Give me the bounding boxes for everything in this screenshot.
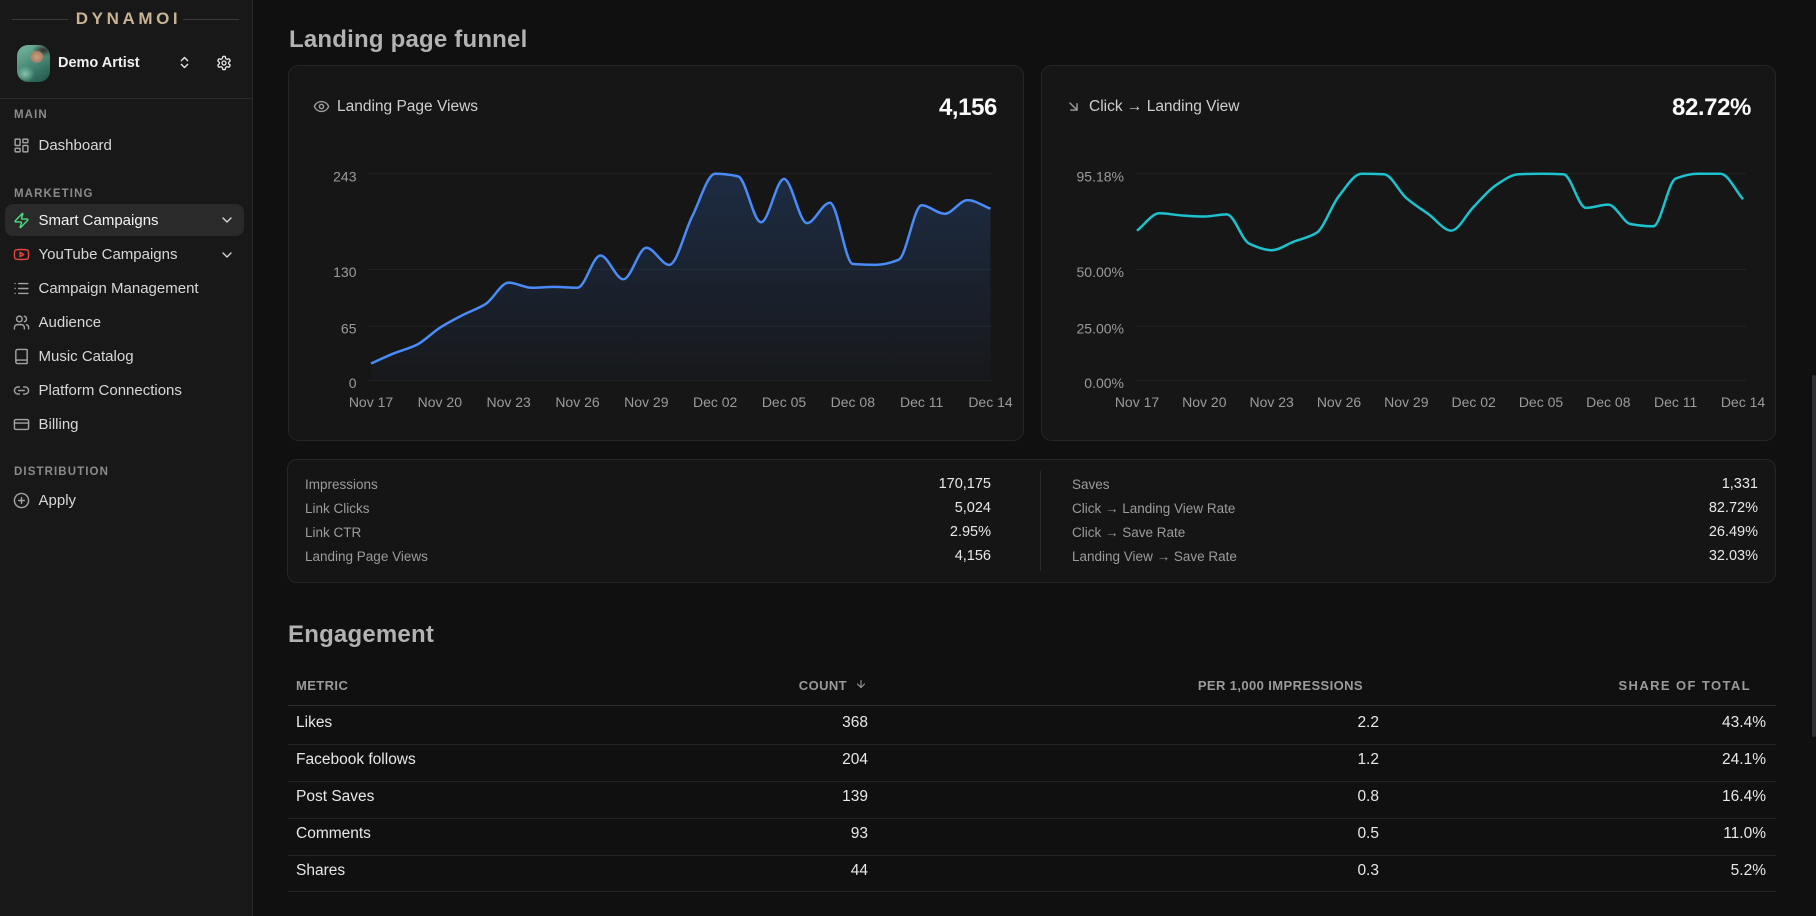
svg-text:Dec 08: Dec 08 — [1586, 394, 1631, 410]
svg-text:Nov 23: Nov 23 — [1249, 394, 1294, 410]
svg-text:65: 65 — [341, 321, 357, 337]
svg-text:Nov 26: Nov 26 — [1317, 394, 1362, 410]
svg-text:0.00%: 0.00% — [1084, 375, 1124, 391]
svg-text:Nov 23: Nov 23 — [486, 394, 531, 410]
svg-text:25.00%: 25.00% — [1077, 321, 1124, 337]
svg-text:Dec 08: Dec 08 — [831, 394, 876, 410]
svg-text:0: 0 — [349, 375, 357, 391]
svg-text:Nov 17: Nov 17 — [349, 394, 394, 410]
svg-text:Nov 26: Nov 26 — [555, 394, 600, 410]
svg-text:Dec 02: Dec 02 — [693, 394, 738, 410]
svg-text:130: 130 — [333, 264, 357, 280]
svg-text:50.00%: 50.00% — [1077, 264, 1124, 280]
svg-text:243: 243 — [333, 168, 357, 184]
svg-text:Dec 11: Dec 11 — [900, 394, 944, 410]
svg-text:Dec 05: Dec 05 — [1519, 394, 1564, 410]
svg-text:95.18%: 95.18% — [1077, 168, 1124, 184]
svg-text:Nov 29: Nov 29 — [1384, 394, 1429, 410]
svg-text:Dec 14: Dec 14 — [1721, 394, 1766, 410]
svg-text:Dec 14: Dec 14 — [968, 394, 1013, 410]
svg-text:Dec 02: Dec 02 — [1451, 394, 1496, 410]
svg-text:Nov 20: Nov 20 — [1182, 394, 1227, 410]
svg-text:Nov 17: Nov 17 — [1115, 394, 1160, 410]
svg-text:Dec 05: Dec 05 — [762, 394, 807, 410]
svg-text:Dec 11: Dec 11 — [1654, 394, 1698, 410]
svg-text:Nov 29: Nov 29 — [624, 394, 669, 410]
svg-text:Nov 20: Nov 20 — [418, 394, 463, 410]
